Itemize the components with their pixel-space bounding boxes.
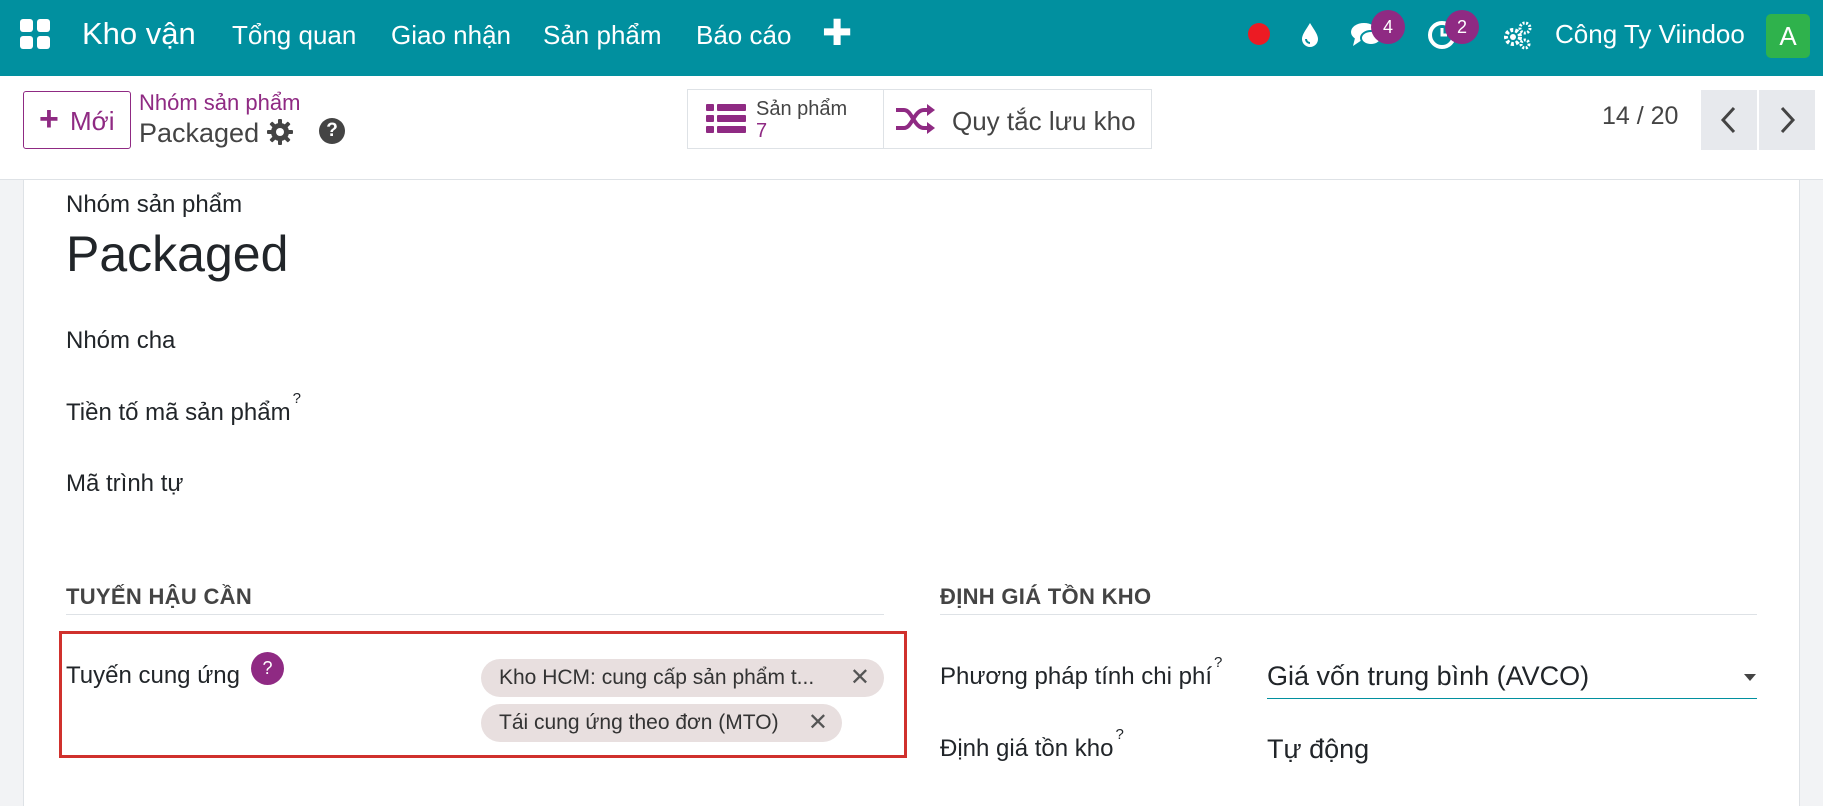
valuation-section-title: ĐỊNH GIÁ TỒN KHO [940, 584, 1152, 609]
app-name[interactable]: Kho vận [82, 16, 196, 52]
product-prefix-label: Tiền tố mã sản phẩm? [66, 390, 301, 427]
messages-count-badge: 4 [1371, 10, 1405, 44]
name-field-label: Nhóm sản phẩm [66, 191, 243, 218]
menu-products[interactable]: Sản phẩm [543, 20, 662, 51]
breadcrumb-parent-link[interactable]: Nhóm sản phẩm [139, 90, 300, 116]
list-icon [706, 104, 746, 133]
sequence-label: Mã trình tự [66, 470, 184, 497]
valuation-value: Tự động [1267, 734, 1370, 764]
parent-category-label: Nhóm cha [66, 327, 176, 354]
user-avatar[interactable]: A [1766, 14, 1810, 58]
chevron-left-icon [1720, 106, 1736, 134]
valuation-label: Định giá tồn kho? [940, 726, 1124, 763]
route-tag: Kho HCM: cung cấp sản phẩm t... ✕ [481, 659, 884, 697]
route-tag: Tái cung ứng theo đơn (MTO) ✕ [481, 704, 842, 742]
prefix-tooltip-mark[interactable]: ? [293, 390, 301, 407]
breadcrumb-current: Packaged [139, 118, 260, 148]
add-menu-plus-icon[interactable]: ✚ [822, 12, 852, 54]
putaway-rules-label: Quy tắc lưu kho [952, 106, 1136, 136]
remove-tag-close-icon[interactable]: ✕ [808, 704, 828, 742]
activities-count-badge: 2 [1445, 10, 1479, 44]
cost-method-tooltip-mark[interactable]: ? [1214, 654, 1222, 671]
shuffle-icon [896, 104, 935, 134]
route-tag-label: Kho HCM: cung cấp sản phẩm t... [499, 666, 815, 689]
pager-previous-button[interactable] [1701, 90, 1757, 150]
product-prefix-label-text: Tiền tố mã sản phẩm [66, 399, 291, 426]
remove-tag-close-icon[interactable]: ✕ [850, 659, 870, 697]
pager-next-button[interactable] [1759, 90, 1815, 150]
chevron-right-icon [1780, 106, 1796, 134]
menu-transfers[interactable]: Giao nhận [391, 20, 511, 51]
products-smart-button[interactable]: Sản phẩm 7 [688, 90, 884, 148]
help-question-icon[interactable]: ? [319, 118, 345, 144]
new-record-button[interactable]: + Mới [23, 91, 131, 149]
route-tag-label: Tái cung ứng theo đơn (MTO) [499, 711, 779, 734]
products-smart-title: Sản phẩm [756, 98, 848, 120]
gear-icon[interactable] [266, 118, 294, 146]
cost-method-label: Phương pháp tính chi phí? [940, 654, 1222, 691]
valuation-separator [940, 614, 1757, 615]
valuation-label-text: Định giá tồn kho [940, 735, 1114, 762]
plus-icon: + [39, 100, 59, 138]
control-panel: + Mới Nhóm sản phẩm Packaged ? Sản phẩm … [0, 76, 1823, 180]
menu-reporting[interactable]: Báo cáo [696, 20, 791, 51]
menu-overview[interactable]: Tổng quan [232, 20, 356, 51]
cost-method-select[interactable]: Giá vốn trung bình (AVCO) [1267, 661, 1589, 692]
category-name-field[interactable]: Packaged [66, 225, 288, 283]
routes-label: Tuyến cung ứng [66, 662, 240, 689]
cost-method-underline [1267, 698, 1757, 699]
putaway-rules-smart-button[interactable]: Quy tắc lưu kho [884, 90, 1151, 148]
cost-method-label-text: Phương pháp tính chi phí [940, 663, 1212, 690]
recording-dot-icon[interactable] [1248, 23, 1270, 45]
smart-buttons: Sản phẩm 7 Quy tắc lưu kho [687, 89, 1152, 149]
logistics-section-title: TUYẾN HẬU CẦN [66, 584, 253, 609]
new-button-label: Mới [70, 106, 115, 136]
pager-value[interactable]: 14 / 20 [1602, 102, 1678, 131]
top-navbar: Kho vận Tổng quan Giao nhận Sản phẩm Báo… [0, 0, 1823, 76]
routes-help-badge[interactable]: ? [251, 652, 284, 685]
valuation-tooltip-mark[interactable]: ? [1115, 726, 1123, 743]
products-smart-count: 7 [756, 120, 768, 142]
company-switcher[interactable]: Công Ty Viindoo [1555, 19, 1745, 50]
caret-down-icon[interactable] [1744, 674, 1756, 681]
apps-menu-icon[interactable] [20, 19, 50, 49]
water-drop-icon[interactable] [1293, 18, 1327, 52]
settings-gears-icon[interactable] [1500, 18, 1534, 52]
logistics-separator [66, 614, 884, 615]
